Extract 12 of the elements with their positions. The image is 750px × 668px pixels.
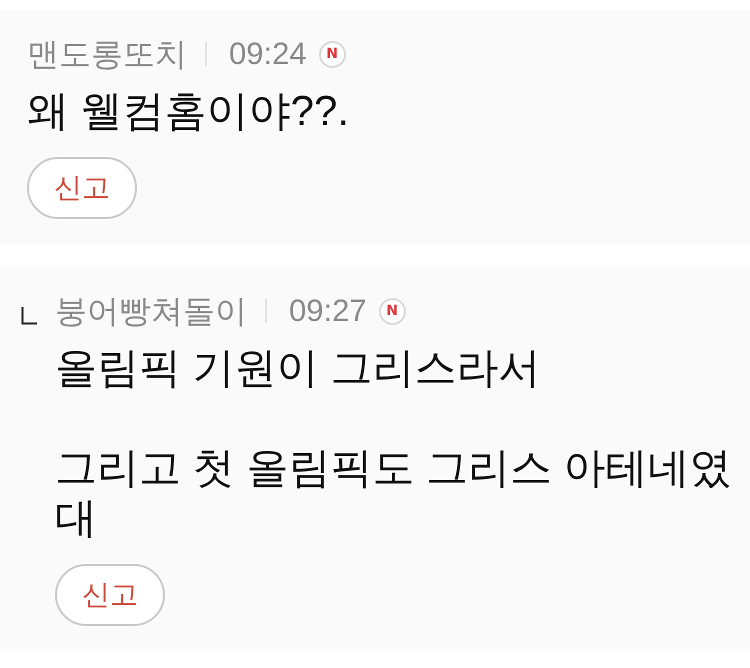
- reply-corner-icon: [21, 307, 37, 325]
- comment-text: 그리고 첫 올림픽도 그리스 아테네였대: [55, 443, 733, 543]
- new-badge: N: [378, 298, 406, 324]
- comment-time: 09:27: [289, 292, 367, 330]
- comment-text: 왜 웰컴홈이야??.: [27, 86, 350, 136]
- report-button[interactable]: 신고: [55, 564, 165, 626]
- author-name: 붕어빵쳐돌이: [55, 292, 247, 330]
- comment-time: 09:24: [229, 35, 307, 73]
- author-name: 맨도롱또치: [27, 35, 187, 73]
- report-button[interactable]: 신고: [27, 157, 137, 219]
- new-badge: N: [318, 40, 346, 68]
- comment-text: 올림픽 기원이 그리스라서: [55, 343, 542, 393]
